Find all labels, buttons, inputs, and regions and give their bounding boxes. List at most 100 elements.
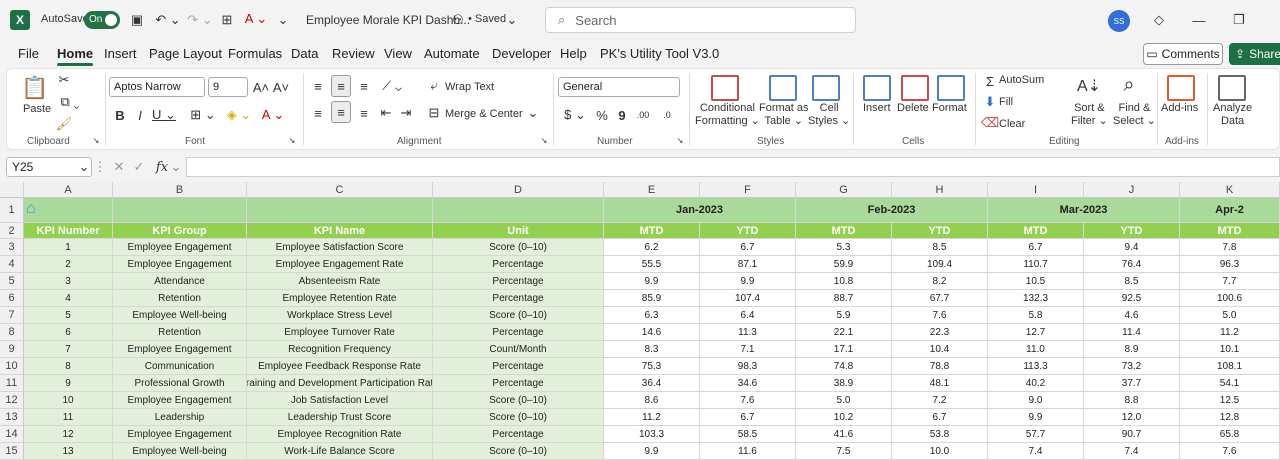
tab-automate[interactable]: Automate <box>424 46 480 61</box>
value-cell[interactable]: 11.2 <box>1180 324 1280 341</box>
align-middle-icon[interactable]: ≡ <box>331 75 351 97</box>
kpi-name-cell[interactable]: Employee Recognition Rate <box>247 426 433 443</box>
value-cell[interactable]: 78.8 <box>892 358 988 375</box>
value-cell[interactable]: 6.3 <box>604 307 700 324</box>
kpi-name-cell[interactable]: Employee Feedback Response Rate <box>247 358 433 375</box>
unit-cell[interactable]: Score (0–10) <box>433 443 604 460</box>
value-cell[interactable]: 7.4 <box>1084 443 1180 460</box>
period-header[interactable]: MTD <box>796 223 892 239</box>
tab-help[interactable]: Help <box>560 46 587 61</box>
value-cell[interactable]: 6.2 <box>604 239 700 256</box>
tab-view[interactable]: View <box>384 46 412 61</box>
unit-cell[interactable]: Percentage <box>433 256 604 273</box>
row-header[interactable]: 14 <box>0 426 24 443</box>
value-cell[interactable]: 40.2 <box>988 375 1084 392</box>
value-cell[interactable]: 76.4 <box>1084 256 1180 273</box>
kpi-number-cell[interactable]: 10 <box>24 392 113 409</box>
kpi-number-cell[interactable]: 12 <box>24 426 113 443</box>
value-cell[interactable]: 73.2 <box>1084 358 1180 375</box>
value-cell[interactable]: 58.5 <box>700 426 796 443</box>
currency-icon[interactable]: $ ⌄ <box>561 105 589 125</box>
value-cell[interactable]: 53.8 <box>892 426 988 443</box>
font-name-select[interactable]: Aptos Narrow <box>109 77 205 97</box>
format-button[interactable]: Format <box>932 102 967 114</box>
kpi-group-cell[interactable]: Professional Growth <box>113 375 247 392</box>
row-header[interactable]: 8 <box>0 324 24 341</box>
spreadsheet-grid[interactable]: A B C D E F G H I J K 1 2 3 4 5 6 7 8 9 10 11 12 13 1… <box>0 182 1280 460</box>
fx-dropdown-icon[interactable]: ⌄ <box>170 159 182 175</box>
value-cell[interactable]: 41.6 <box>796 426 892 443</box>
value-cell[interactable]: 132.3 <box>988 290 1084 307</box>
row-header[interactable]: 12 <box>0 392 24 409</box>
font-size-select[interactable]: 9 <box>208 77 248 97</box>
undo-icon[interactable]: ↶ ⌄ <box>154 10 182 30</box>
value-cell[interactable]: 5.8 <box>988 307 1084 324</box>
value-cell[interactable]: 17.1 <box>796 341 892 358</box>
kpi-name-cell[interactable]: Work-Life Balance Score <box>247 443 433 460</box>
kpi-number-cell[interactable]: 6 <box>24 324 113 341</box>
align-bottom-icon[interactable]: ≡ <box>355 77 373 95</box>
share-button[interactable]: ⇪ Share <box>1229 43 1280 65</box>
month-header[interactable]: Feb-2023 <box>796 198 988 223</box>
comma-style-icon[interactable]: 9 <box>615 105 629 125</box>
home-icon[interactable]: ⌂ <box>26 200 36 218</box>
value-cell[interactable]: 8.5 <box>892 239 988 256</box>
unit-cell[interactable]: Percentage <box>433 375 604 392</box>
autosum-button[interactable]: AutoSum <box>999 74 1044 86</box>
value-cell[interactable]: 9.9 <box>700 273 796 290</box>
unit-cell[interactable]: Percentage <box>433 273 604 290</box>
banner-cell[interactable] <box>433 198 604 223</box>
column-title[interactable]: KPI Name <box>247 223 433 239</box>
value-cell[interactable]: 36.4 <box>604 375 700 392</box>
kpi-group-cell[interactable]: Employee Engagement <box>113 256 247 273</box>
value-cell[interactable]: 12.7 <box>988 324 1084 341</box>
value-cell[interactable]: 6.7 <box>892 409 988 426</box>
add-ins-icon[interactable] <box>1167 75 1195 101</box>
value-cell[interactable]: 12.0 <box>1084 409 1180 426</box>
sort-filter-icon[interactable]: A⇣ <box>1075 73 1103 99</box>
value-cell[interactable]: 107.4 <box>700 290 796 307</box>
kpi-group-cell[interactable]: Retention <box>113 290 247 307</box>
increase-font-icon[interactable]: A˄ <box>253 77 269 97</box>
conditional-formatting-button[interactable]: Conditional Formatting ⌄ <box>695 102 760 128</box>
chevron-down-icon[interactable]: ⌄ <box>506 10 518 30</box>
tab-home[interactable]: Home <box>57 46 94 66</box>
column-header-i[interactable]: I <box>988 182 1084 198</box>
value-cell[interactable]: 10.2 <box>796 409 892 426</box>
value-cell[interactable]: 11.3 <box>700 324 796 341</box>
cell-styles-button[interactable]: Cell Styles ⌄ <box>808 102 850 128</box>
value-cell[interactable]: 87.1 <box>700 256 796 273</box>
kpi-number-cell[interactable]: 5 <box>24 307 113 324</box>
restore-icon[interactable]: ❐ <box>1230 10 1248 30</box>
copy-icon[interactable]: ⧉ ⌄ <box>55 93 85 111</box>
cell-styles-icon[interactable] <box>812 75 840 101</box>
kpi-name-cell[interactable]: Workplace Stress Level <box>247 307 433 324</box>
value-cell[interactable]: 8.9 <box>1084 341 1180 358</box>
value-cell[interactable]: 4.6 <box>1084 307 1180 324</box>
value-cell[interactable]: 55.5 <box>604 256 700 273</box>
insert-cells-icon[interactable] <box>863 75 891 101</box>
value-cell[interactable]: 48.1 <box>892 375 988 392</box>
column-header-a[interactable]: A <box>24 182 113 198</box>
increase-indent-icon[interactable]: ⇥ <box>397 103 415 123</box>
column-header-k[interactable]: K <box>1180 182 1280 198</box>
value-cell[interactable]: 5.9 <box>796 307 892 324</box>
kpi-number-cell[interactable]: 9 <box>24 375 113 392</box>
column-header-e[interactable]: E <box>604 182 700 198</box>
row-header[interactable]: 6 <box>0 290 24 307</box>
period-header[interactable]: YTD <box>892 223 988 239</box>
diamond-icon[interactable]: ◇ <box>1150 10 1168 30</box>
value-cell[interactable]: 10.8 <box>796 273 892 290</box>
value-cell[interactable]: 96.3 <box>1180 256 1280 273</box>
value-cell[interactable]: 22.1 <box>796 324 892 341</box>
value-cell[interactable]: 6.7 <box>700 409 796 426</box>
kpi-number-cell[interactable]: 7 <box>24 341 113 358</box>
value-cell[interactable]: 110.7 <box>988 256 1084 273</box>
fill-color-icon[interactable]: ◈ ⌄ <box>225 105 253 125</box>
row-header[interactable]: 2 <box>0 223 24 239</box>
kpi-group-cell[interactable]: Retention <box>113 324 247 341</box>
wrap-text-icon[interactable]: ⤶ <box>427 77 441 95</box>
more-icon[interactable]: ⋮ <box>94 159 107 175</box>
banner-cell[interactable] <box>247 198 433 223</box>
row-header[interactable]: 7 <box>0 307 24 324</box>
